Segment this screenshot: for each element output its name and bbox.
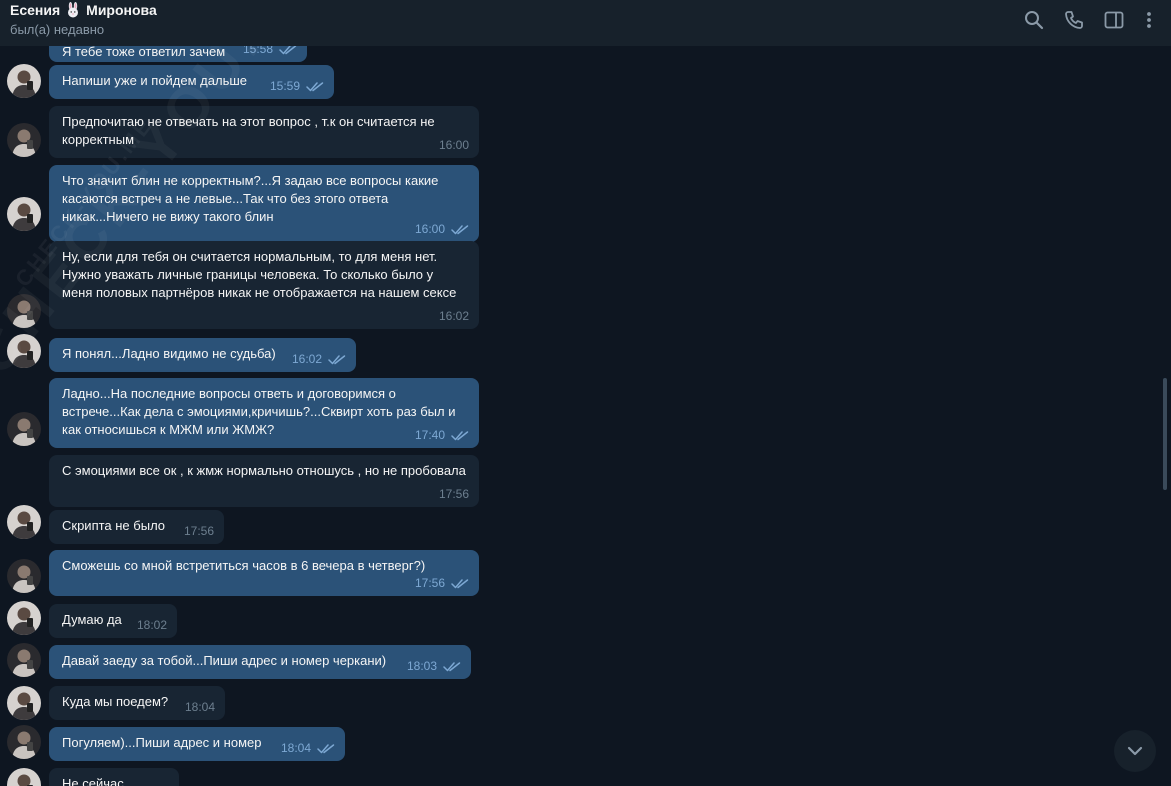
incoming-message[interactable]: Думаю да 18:02: [49, 604, 177, 638]
message-meta: 16:02: [439, 307, 469, 325]
message-time: 16:02: [438, 309, 469, 323]
avatar[interactable]: [7, 412, 41, 446]
message-time: 16:00: [414, 222, 445, 236]
message-text: Ну, если для тебя он считается нормальны…: [62, 249, 457, 300]
scroll-to-bottom-button[interactable]: [1114, 730, 1156, 772]
incoming-message[interactable]: С эмоциями все ок , к жмж нормально отно…: [49, 455, 479, 507]
outgoing-message[interactable]: Ладно...На последние вопросы ответь и до…: [49, 378, 479, 448]
incoming-message[interactable]: Ну, если для тебя он считается нормальны…: [49, 241, 479, 329]
rabbit-emoji-icon: [65, 2, 81, 18]
message-time: 17:40: [414, 428, 445, 442]
avatar[interactable]: [7, 643, 41, 677]
read-checks-icon: [279, 46, 297, 55]
contact-last-name: Миронова: [86, 2, 157, 18]
chevron-down-icon: [1127, 746, 1143, 756]
message-time: 17:56: [414, 576, 445, 590]
message-text: Давай заеду за тобой...Пиши адрес и номе…: [62, 653, 387, 668]
message-text: Ладно...На последние вопросы ответь и до…: [62, 386, 456, 437]
search-icon[interactable]: [1023, 9, 1045, 31]
avatar[interactable]: [7, 505, 41, 539]
message-list[interactable]: CHECK-YOU.ME CHECK-YOU.ME Я тебе тоже от…: [0, 46, 1171, 786]
avatar[interactable]: [7, 123, 41, 157]
read-checks-icon: [451, 578, 469, 589]
incoming-message[interactable]: Куда мы поедем? 18:04: [49, 686, 225, 720]
avatar[interactable]: [7, 601, 41, 635]
scrollbar-thumb[interactable]: [1163, 378, 1167, 490]
message-text: Что значит блин не корректным?...Я задаю…: [62, 173, 439, 224]
incoming-message[interactable]: Скрипта не было 17:56: [49, 510, 224, 544]
message-meta: 17:56: [439, 485, 469, 503]
message-time: 17:56: [183, 524, 214, 538]
outgoing-message[interactable]: Напиши уже и пойдем дальше 15:59: [49, 65, 334, 99]
message-text: Сможешь со мной встретиться часов в 6 ве…: [62, 558, 426, 573]
incoming-message[interactable]: Не сейчас: [49, 768, 179, 786]
message-meta: 18:04: [281, 739, 335, 757]
chat-header: Есения Миронова был(а) недавно: [0, 0, 1171, 46]
outgoing-message[interactable]: Сможешь со мной встретиться часов в 6 ве…: [49, 550, 479, 596]
outgoing-message[interactable]: Что значит блин не корректным?...Я задаю…: [49, 165, 479, 242]
message-meta: 16:00: [439, 136, 469, 154]
more-vertical-icon[interactable]: [1138, 9, 1160, 31]
outgoing-message[interactable]: Я понял...Ладно видимо не судьба) 16:02: [49, 338, 356, 372]
message-text: Предпочитаю не отвечать на этот вопрос ,…: [62, 114, 435, 147]
incoming-message[interactable]: Предпочитаю не отвечать на этот вопрос ,…: [49, 106, 479, 158]
message-time: 15:58: [242, 46, 273, 56]
avatar[interactable]: [7, 768, 41, 786]
message-meta: 15:58: [243, 46, 297, 58]
sidebar-toggle-icon[interactable]: [1103, 9, 1125, 31]
message-time: 18:04: [280, 741, 311, 755]
message-time: 18:03: [406, 659, 437, 673]
avatar[interactable]: [7, 686, 41, 720]
read-checks-icon: [328, 354, 346, 365]
message-meta: 18:04: [185, 698, 215, 716]
message-time: 17:56: [438, 487, 469, 501]
message-text: Не сейчас: [62, 776, 124, 786]
message-time: 16:00: [438, 138, 469, 152]
message-meta: 16:02: [292, 350, 346, 368]
avatar[interactable]: [7, 294, 41, 328]
message-time: 16:02: [291, 352, 322, 366]
message-meta: 18:02: [137, 616, 167, 634]
message-meta: 16:00: [415, 220, 469, 238]
read-checks-icon: [306, 81, 324, 92]
read-checks-icon: [317, 743, 335, 754]
message-text: С эмоциями все ок , к жмж нормально отно…: [62, 463, 466, 478]
avatar[interactable]: [7, 559, 41, 593]
read-checks-icon: [443, 661, 461, 672]
outgoing-message[interactable]: Давай заеду за тобой...Пиши адрес и номе…: [49, 645, 471, 679]
message-time: 18:02: [136, 618, 167, 632]
avatar[interactable]: [7, 725, 41, 759]
message-time: 18:04: [184, 700, 215, 714]
message-meta: 15:59: [270, 77, 324, 95]
message-time: 15:59: [269, 79, 300, 93]
read-checks-icon: [451, 430, 469, 441]
outgoing-message[interactable]: Я тебе тоже ответил зачем 15:58: [49, 46, 307, 62]
avatar[interactable]: [7, 197, 41, 231]
message-meta: 18:03: [407, 657, 461, 675]
read-checks-icon: [451, 224, 469, 235]
contact-name[interactable]: Есения Миронова: [10, 2, 157, 18]
contact-status: был(а) недавно: [10, 22, 105, 37]
outgoing-message[interactable]: Погуляем)...Пиши адрес и номер 18:04: [49, 727, 345, 761]
avatar[interactable]: [7, 64, 41, 98]
avatar[interactable]: [7, 334, 41, 368]
message-meta: 17:56: [184, 522, 214, 540]
contact-first-name: Есения: [10, 2, 61, 18]
message-meta: 17:40: [415, 426, 469, 444]
phone-icon[interactable]: [1063, 9, 1085, 31]
message-meta: 17:56: [415, 574, 469, 592]
